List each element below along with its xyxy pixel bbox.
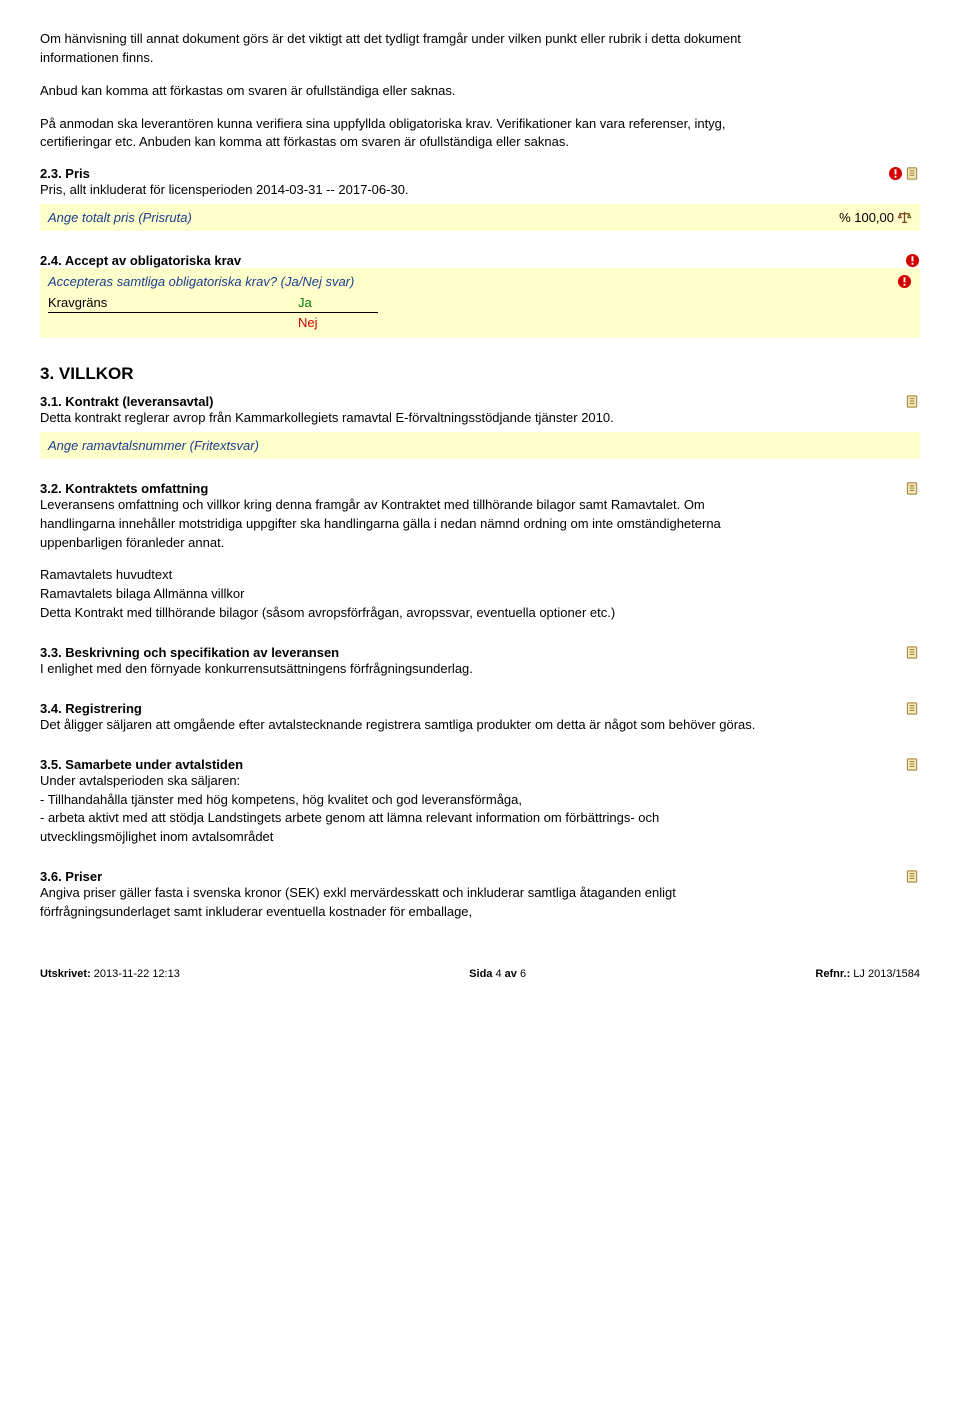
section-heading-2-3: 2.3. Pris xyxy=(40,166,888,181)
section-body: Leveransens omfattning och villkor kring… xyxy=(40,496,760,553)
section-heading-3-5: 3.5. Samarbete under avtalstiden xyxy=(40,757,905,772)
footer-printed-label: Utskrivet: xyxy=(40,968,91,980)
footer-page-current: 4 xyxy=(492,968,504,980)
warning-icon xyxy=(897,274,912,289)
section-body: Pris, allt inkluderat för licensperioden… xyxy=(40,181,760,200)
section-heading-3-4: 3.4. Registrering xyxy=(40,701,905,716)
page-footer: Utskrivet: 2013-11-22 12:13 Sida 4 av 6 … xyxy=(40,962,920,980)
contract-icon xyxy=(905,394,920,409)
contract-icon xyxy=(905,481,920,496)
section-heading-3-6: 3.6. Priser xyxy=(40,869,905,884)
contract-icon xyxy=(905,869,920,884)
footer-page-label: Sida xyxy=(469,968,492,980)
list-item: Under avtalsperioden ska säljaren: xyxy=(40,772,760,791)
intro-paragraph: Om hänvisning till annat dokument görs ä… xyxy=(40,30,760,68)
scales-icon xyxy=(897,210,912,225)
intro-paragraph: Anbud kan komma att förkastas om svaren … xyxy=(40,82,760,101)
section-heading-3: 3. VILLKOR xyxy=(40,364,920,384)
list-item: Ramavtalets bilaga Allmänna villkor xyxy=(40,585,760,604)
footer-page-of: av xyxy=(505,968,517,980)
footer-refnr-value: LJ 2013/1584 xyxy=(850,968,920,980)
list-item: - arbeta aktivt med att stödja Landsting… xyxy=(40,809,760,847)
accept-option-yes[interactable]: Ja xyxy=(298,295,358,310)
footer-printed-value: 2013-11-22 12:13 xyxy=(91,968,180,980)
accept-option-no[interactable]: Nej xyxy=(298,315,358,330)
accept-threshold-label: Kravgräns xyxy=(48,295,298,310)
price-field-label: Ange totalt pris (Prisruta) xyxy=(48,210,192,225)
price-input-row[interactable]: Ange totalt pris (Prisruta) % 100,00 xyxy=(40,204,920,231)
contract-icon xyxy=(905,701,920,716)
section-body: Detta kontrakt reglerar avrop från Kamma… xyxy=(40,409,760,428)
section-heading-3-2: 3.2. Kontraktets omfattning xyxy=(40,481,905,496)
contract-icon xyxy=(905,645,920,660)
section-heading-3-1: 3.1. Kontrakt (leveransavtal) xyxy=(40,394,905,409)
section-heading-3-3: 3.3. Beskrivning och specifikation av le… xyxy=(40,645,905,660)
footer-page-total: 6 xyxy=(517,968,526,980)
contract-icon xyxy=(905,166,920,181)
list-item: - Tillhandahålla tjänster med hög kompet… xyxy=(40,791,760,810)
warning-icon xyxy=(888,166,903,181)
price-field-value: % 100,00 xyxy=(839,210,894,225)
contract-icon xyxy=(905,757,920,772)
ramavtal-input-row[interactable]: Ange ramavtalsnummer (Fritextsvar) xyxy=(40,432,920,459)
ramavtal-field-label: Ange ramavtalsnummer (Fritextsvar) xyxy=(48,438,259,453)
list-item: Detta Kontrakt med tillhörande bilagor (… xyxy=(40,604,760,623)
warning-icon xyxy=(905,253,920,268)
section-heading-2-4: 2.4. Accept av obligatoriska krav xyxy=(40,253,905,268)
section-body: Angiva priser gäller fasta i svenska kro… xyxy=(40,884,760,922)
accept-question-label: Accepteras samtliga obligatoriska krav? … xyxy=(48,274,354,289)
footer-refnr-label: Refnr.: xyxy=(815,968,850,980)
list-item: Ramavtalets huvudtext xyxy=(40,566,760,585)
section-body: Det åligger säljaren att omgående efter … xyxy=(40,716,760,735)
intro-paragraph: På anmodan ska leverantören kunna verifi… xyxy=(40,115,760,153)
section-body: I enlighet med den förnyade konkurrensut… xyxy=(40,660,760,679)
